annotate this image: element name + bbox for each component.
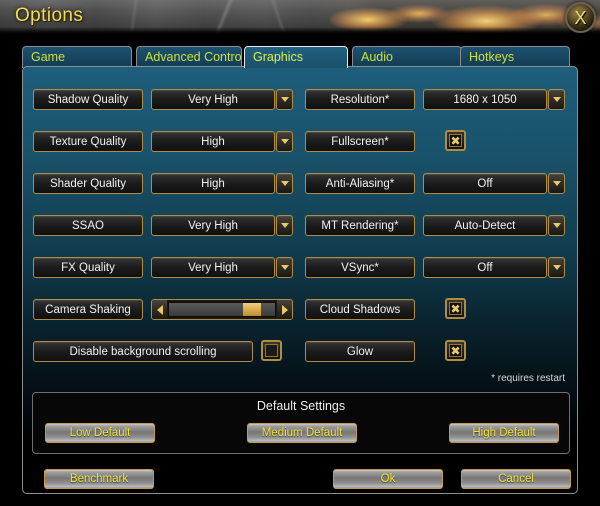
action-button-row: Benchmark Ok Cancel xyxy=(23,67,577,493)
close-icon: X xyxy=(574,7,587,28)
tab-graphics[interactable]: Graphics xyxy=(244,46,348,68)
tab-hotkeys[interactable]: Hotkeys xyxy=(460,46,570,68)
tab-bar: Game Advanced Controls Graphics Audio Hotkey… xyxy=(22,46,578,68)
title-bar: Options X xyxy=(0,0,600,34)
window-title: Options xyxy=(15,5,84,26)
tab-game[interactable]: Game xyxy=(22,46,132,68)
close-button[interactable]: X xyxy=(565,2,596,33)
tab-advanced-controls[interactable]: Advanced Controls xyxy=(136,46,242,68)
benchmark-button[interactable]: Benchmark xyxy=(44,469,154,489)
title-bar-shadow xyxy=(0,27,600,34)
ok-button[interactable]: Ok xyxy=(333,469,443,489)
tab-audio[interactable]: Audio xyxy=(352,46,462,68)
graphics-settings-panel: Shadow Quality Very High Texture Quality Hi… xyxy=(22,66,578,494)
options-dialog: Options X Game Advanced Controls Graphics A… xyxy=(0,0,600,506)
cancel-button[interactable]: Cancel xyxy=(461,469,571,489)
